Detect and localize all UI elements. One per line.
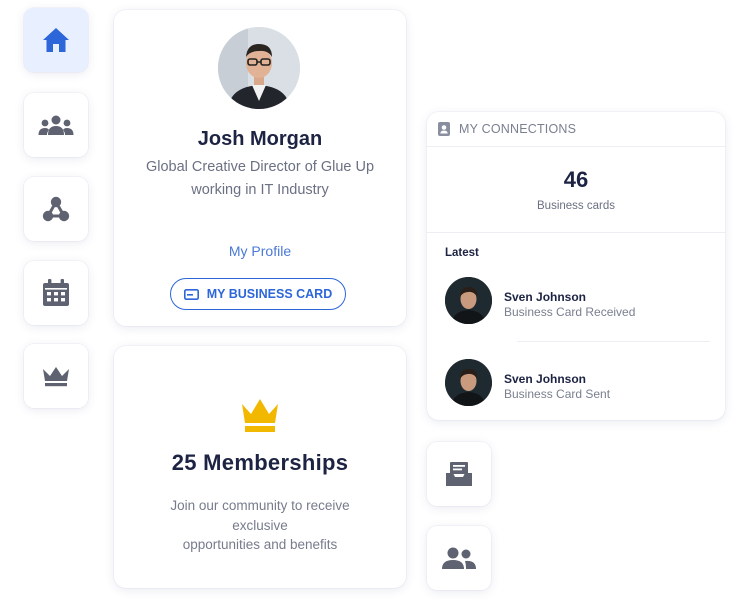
business-card-icon (183, 288, 199, 300)
membership-description-line: Join our community to receive (170, 498, 350, 513)
divider (427, 232, 725, 233)
membership-description-line: exclusive (232, 517, 288, 533)
connection-status: Business Card Sent (504, 387, 611, 401)
nav-calendar-button[interactable] (24, 261, 88, 325)
membership-description-line: opportunities and benefits (182, 537, 338, 552)
membership-card: 25 Memberships Join our community to rec… (114, 346, 406, 588)
connection-status: Business Card Received (504, 305, 636, 319)
home-icon (43, 28, 69, 52)
my-business-card-button[interactable]: MY BUSINESS CARD (170, 278, 346, 310)
connection-name: Sven Johnson (504, 290, 587, 304)
profile-job-title: Global Creative Director of Glue Up work… (145, 159, 375, 198)
nav-groups-button[interactable] (24, 93, 88, 157)
connection-list-item[interactable]: Sven Johnson Business Card Received (445, 277, 710, 325)
contacts-button[interactable] (427, 526, 491, 590)
connections-count-label: Business cards (537, 200, 615, 212)
calendar-icon (43, 279, 69, 306)
network-icon (42, 196, 70, 222)
crown-icon (43, 367, 69, 387)
nav-membership-button[interactable] (24, 344, 88, 408)
connection-list-item[interactable]: Sven Johnson Business Card Sent (445, 359, 710, 407)
crown-icon (242, 399, 278, 432)
divider (517, 341, 710, 342)
memberships-count-title: 25 Memberships (171, 450, 349, 475)
connections-card: MY CONNECTIONS 46 Business cards Latest … (427, 112, 725, 420)
connections-count: 46 (563, 167, 589, 192)
nav-network-button[interactable] (24, 177, 88, 241)
membership-description: Join our community to receive exclusive … (144, 496, 376, 555)
group-icon (38, 115, 74, 135)
profile-card: Josh Morgan Global Creative Director of … (114, 10, 406, 326)
latest-label: Latest (445, 247, 479, 259)
connections-header: MY CONNECTIONS (427, 112, 725, 147)
connection-avatar (445, 277, 492, 324)
connections-header-title: MY CONNECTIONS (459, 122, 577, 136)
connection-name: Sven Johnson (504, 372, 587, 386)
profile-name: Josh Morgan (197, 128, 323, 150)
connection-avatar (445, 359, 492, 406)
contacts-icon (442, 547, 476, 569)
my-profile-link[interactable]: My Profile (114, 243, 406, 259)
nav-home-button[interactable] (24, 8, 88, 72)
profile-avatar (218, 27, 300, 109)
contact-card-icon (438, 122, 450, 136)
inbox-icon (446, 462, 472, 486)
my-business-card-label: MY BUSINESS CARD (206, 287, 333, 301)
inbox-button[interactable] (427, 442, 491, 506)
